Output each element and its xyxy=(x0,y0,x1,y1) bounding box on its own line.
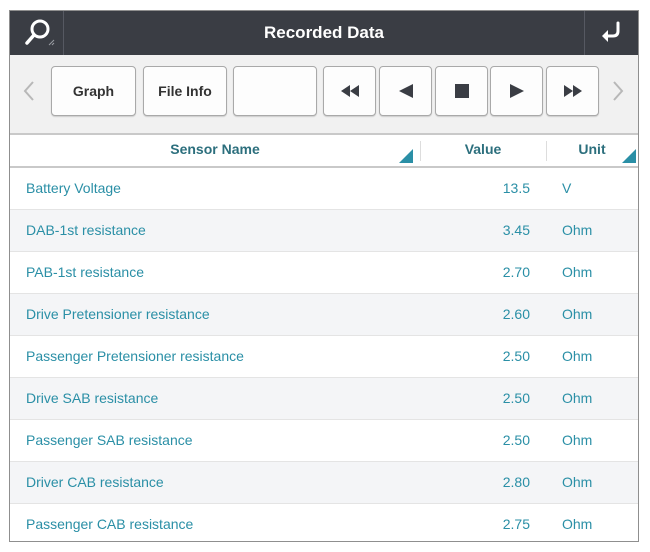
sensor-unit: Ohm xyxy=(562,432,593,448)
blank-button[interactable] xyxy=(233,66,317,116)
sensor-name: Battery Voltage xyxy=(26,180,121,196)
fast-forward-button[interactable] xyxy=(546,66,599,116)
sensor-name: Drive Pretensioner resistance xyxy=(26,306,210,322)
table-row[interactable]: Drive Pretensioner resistance 2.60 Ohm xyxy=(10,294,638,336)
file-info-button-label: File Info xyxy=(158,83,212,99)
graph-button[interactable]: Graph xyxy=(51,66,136,116)
table-row[interactable]: Passenger SAB resistance 2.50 Ohm xyxy=(10,420,638,462)
table-row[interactable]: PAB-1st resistance 2.70 Ohm xyxy=(10,252,638,294)
sensor-name: Drive SAB resistance xyxy=(26,390,159,406)
sensor-value: 2.50 xyxy=(502,390,530,406)
sensor-unit: Ohm xyxy=(562,390,593,406)
stop-button[interactable] xyxy=(435,66,488,116)
sensor-value: 2.50 xyxy=(502,348,530,364)
table-row[interactable]: DAB-1st resistance 3.45 Ohm xyxy=(10,210,638,252)
search-icon xyxy=(25,19,55,46)
search-button[interactable] xyxy=(10,11,64,55)
play-icon xyxy=(509,84,524,98)
sensor-value: 13.5 xyxy=(502,180,530,196)
stop-icon xyxy=(454,84,469,98)
sensor-name: DAB-1st resistance xyxy=(26,222,146,238)
step-back-icon xyxy=(398,84,413,98)
sensor-value: 2.70 xyxy=(502,264,530,280)
sensor-name: Passenger Pretensioner resistance xyxy=(26,348,244,364)
sensor-value: 2.60 xyxy=(502,306,530,322)
title-bar: Recorded Data xyxy=(10,11,638,55)
page-title: Recorded Data xyxy=(264,23,384,42)
chevron-right-icon[interactable] xyxy=(611,77,625,105)
toolbar: Graph File Info xyxy=(10,55,638,135)
back-button[interactable] xyxy=(584,11,638,55)
table-header: Sensor Name Value Unit xyxy=(10,135,638,168)
sensor-value: 3.45 xyxy=(502,222,530,238)
sort-indicator-icon xyxy=(622,149,636,163)
sensor-unit: Ohm xyxy=(562,264,593,280)
sensor-name: PAB-1st resistance xyxy=(26,264,145,280)
fast-rewind-icon xyxy=(340,85,359,97)
step-back-button[interactable] xyxy=(379,66,432,116)
sensor-value: 2.75 xyxy=(502,516,530,532)
sensor-value: 2.80 xyxy=(502,474,530,490)
fast-rewind-button[interactable] xyxy=(323,66,376,116)
sort-indicator-icon xyxy=(399,149,413,163)
table-row[interactable]: Passenger Pretensioner resistance 2.50 O… xyxy=(10,336,638,378)
sensor-unit: Ohm xyxy=(562,516,593,532)
back-arrow-icon xyxy=(602,21,620,42)
recorded-data-window: Recorded Data Graph File Info Sensor Nam… xyxy=(9,10,639,542)
sensor-table-body: Battery Voltage 13.5 V DAB-1st resistanc… xyxy=(10,168,638,541)
sensor-name: Driver CAB resistance xyxy=(26,474,164,490)
table-row[interactable]: Battery Voltage 13.5 V xyxy=(10,168,638,210)
sensor-unit: Ohm xyxy=(562,474,593,490)
sensor-name: Passenger SAB resistance xyxy=(26,432,193,448)
column-header-value[interactable]: Value xyxy=(420,135,546,166)
chevron-left-icon[interactable] xyxy=(22,77,36,105)
sensor-unit: Ohm xyxy=(562,306,593,322)
table-row[interactable]: Drive SAB resistance 2.50 Ohm xyxy=(10,378,638,420)
sensor-name: Passenger CAB resistance xyxy=(26,516,194,532)
graph-button-label: Graph xyxy=(72,83,115,99)
sensor-unit: Ohm xyxy=(562,348,593,364)
column-header-sensor-name[interactable]: Sensor Name xyxy=(10,135,420,166)
sensor-unit: V xyxy=(562,180,572,196)
table-row[interactable]: Driver CAB resistance 2.80 Ohm xyxy=(10,462,638,504)
table-row[interactable]: Passenger CAB resistance 2.75 Ohm xyxy=(10,504,638,541)
sensor-value: 2.50 xyxy=(502,432,530,448)
fast-forward-icon xyxy=(563,85,582,97)
sensor-unit: Ohm xyxy=(562,222,593,238)
play-button[interactable] xyxy=(490,66,543,116)
file-info-button[interactable]: File Info xyxy=(143,66,227,116)
